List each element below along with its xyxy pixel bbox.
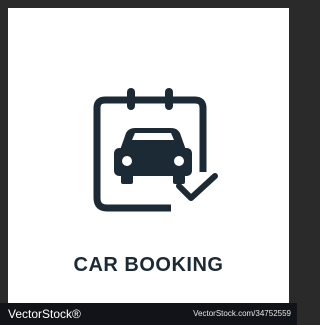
- icon-title: CAR BOOKING: [73, 254, 224, 276]
- footer-brand: VectorStock®: [8, 307, 81, 321]
- calendar-car-check-icon: [93, 88, 218, 212]
- footer-url: VectorStock.com/34752559: [193, 309, 291, 318]
- footer-bar: VectorStock® VectorStock.com/34752559: [0, 303, 297, 325]
- icon-card: CAR BOOKING: [8, 8, 289, 303]
- calendar-ring-right: [165, 88, 173, 110]
- calendar-ring-left: [127, 88, 135, 110]
- car-icon: [114, 128, 192, 184]
- car-booking-icon: [83, 86, 229, 218]
